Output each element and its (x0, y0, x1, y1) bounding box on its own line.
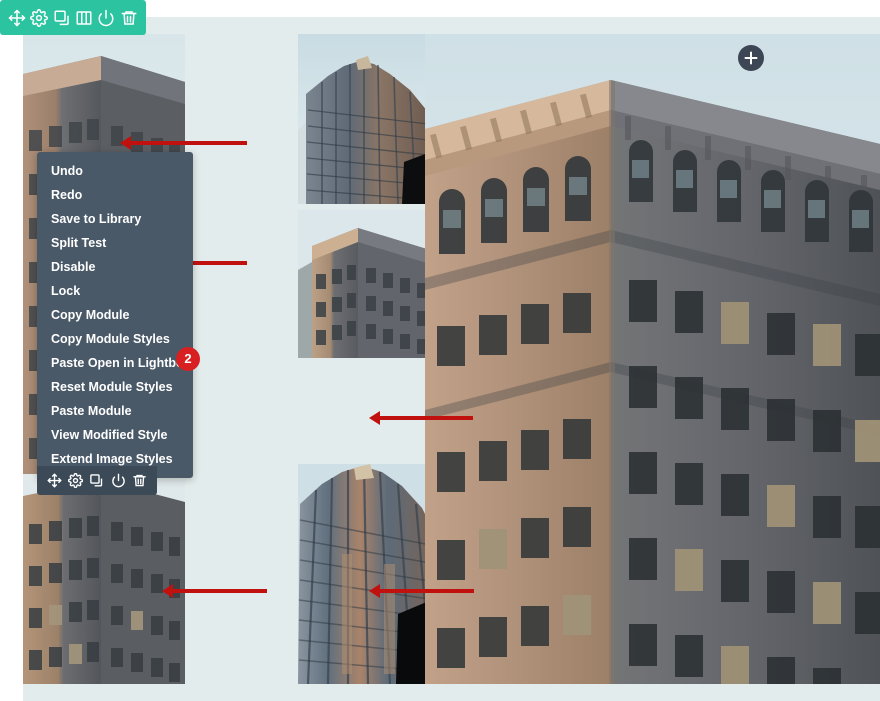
photo-modern-tower-top[interactable] (298, 34, 436, 204)
column-middle (298, 17, 436, 701)
menu-item-copy-module-styles[interactable]: Copy Module Styles (37, 327, 193, 351)
photo-classical-building-lower[interactable] (23, 480, 185, 684)
plus-icon (744, 51, 758, 65)
menu-item-redo[interactable]: Redo (37, 183, 193, 207)
menu-item-save-to-library[interactable]: Save to Library (37, 207, 193, 231)
context-menu[interactable]: Undo Redo Save to Library Split Test Dis… (37, 152, 193, 478)
trash-icon[interactable] (132, 473, 147, 488)
menu-item-lock[interactable]: Lock (37, 279, 193, 303)
screenshot-root: Undo Redo Save to Library Split Test Dis… (0, 0, 880, 701)
menu-item-view-modified-style[interactable]: View Modified Style (37, 423, 193, 447)
power-icon[interactable] (111, 473, 126, 488)
move-icon[interactable] (8, 9, 26, 27)
status-badge: 2 (176, 347, 200, 371)
column-right (425, 17, 880, 701)
menu-item-undo[interactable]: Undo (37, 159, 193, 183)
arrow-right-large (369, 411, 473, 425)
duplicate-icon[interactable] (53, 9, 71, 27)
photo-stone-facade-mid[interactable] (298, 210, 436, 358)
photo-cornice-facade-large[interactable] (425, 34, 880, 684)
gear-icon[interactable] (68, 473, 84, 488)
trash-icon[interactable] (120, 9, 138, 27)
gear-icon[interactable] (30, 8, 49, 27)
duplicate-icon[interactable] (89, 473, 104, 488)
menu-item-disable[interactable]: Disable (37, 255, 193, 279)
move-icon[interactable] (47, 473, 62, 488)
columns-icon[interactable] (75, 9, 93, 27)
arrow-middle-top (120, 136, 247, 150)
arrow-middle-bottom (369, 584, 474, 598)
menu-item-split-test[interactable]: Split Test (37, 231, 193, 255)
add-section-button[interactable] (738, 45, 764, 71)
module-action-toolbar[interactable] (0, 0, 146, 35)
power-icon[interactable] (97, 9, 115, 27)
arrow-left-bottom (162, 584, 267, 598)
menu-item-copy-module[interactable]: Copy Module (37, 303, 193, 327)
menu-item-reset-module-styles[interactable]: Reset Module Styles (37, 375, 193, 399)
row-action-toolbar[interactable] (37, 466, 157, 495)
menu-item-paste-open-in-lightbox[interactable]: Paste Open in Lightbox (37, 351, 193, 375)
photo-modern-tower-bottom[interactable] (298, 464, 436, 684)
menu-item-paste-module[interactable]: Paste Module (37, 399, 193, 423)
